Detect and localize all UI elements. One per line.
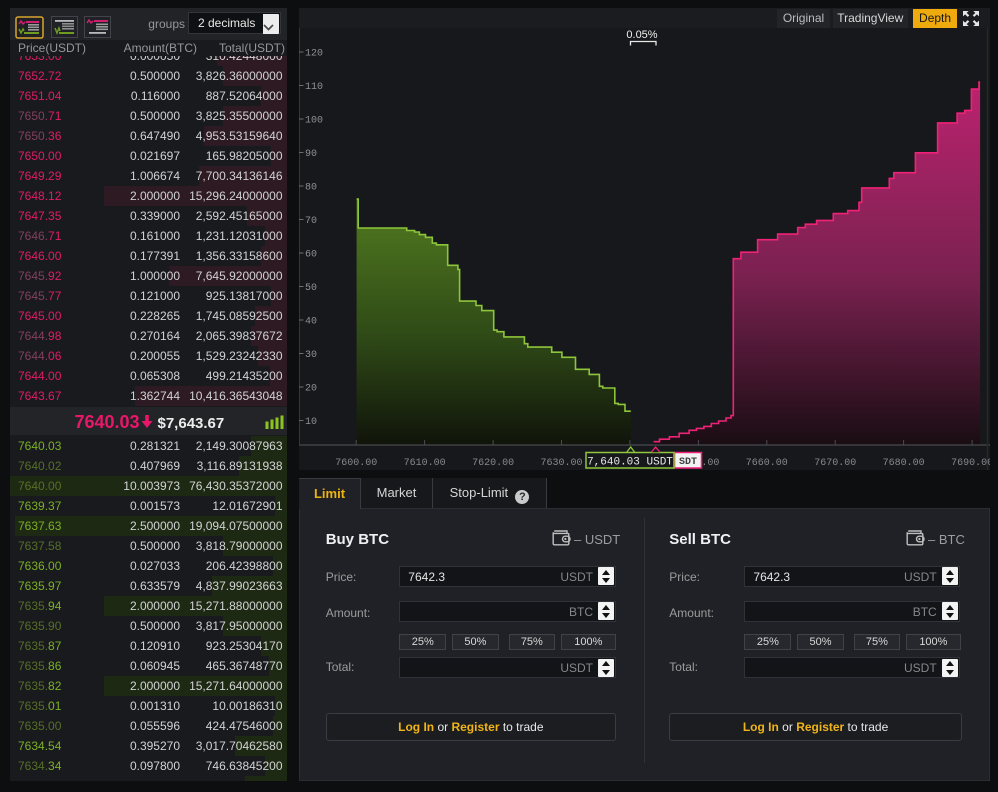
svg-text:40: 40 [305, 317, 317, 328]
svg-text:110: 110 [305, 82, 323, 93]
svg-text:90: 90 [305, 149, 317, 160]
svg-text:30: 30 [305, 350, 317, 361]
svg-text:70: 70 [305, 216, 317, 227]
svg-text:60: 60 [305, 250, 317, 261]
svg-text:10: 10 [305, 417, 317, 428]
svg-text:100: 100 [305, 116, 323, 127]
svg-text:SDT: SDT [679, 457, 697, 468]
svg-text:7690.00: 7690.00 [951, 458, 990, 469]
svg-text:7610.00: 7610.00 [404, 458, 446, 469]
svg-text:0.05%: 0.05% [626, 29, 657, 41]
svg-text:80: 80 [305, 183, 317, 194]
svg-text:7670.00: 7670.00 [814, 458, 856, 469]
svg-text:20: 20 [305, 384, 317, 395]
svg-text:7600.00: 7600.00 [335, 458, 377, 469]
svg-text:7660.00: 7660.00 [746, 458, 788, 469]
svg-text:50: 50 [305, 283, 317, 294]
svg-text:120: 120 [305, 49, 323, 60]
svg-text:7630.00: 7630.00 [540, 458, 582, 469]
svg-text:7,640.03 USDT: 7,640.03 USDT [587, 457, 673, 469]
svg-text:7680.00: 7680.00 [883, 458, 925, 469]
svg-text:7620.00: 7620.00 [472, 458, 514, 469]
